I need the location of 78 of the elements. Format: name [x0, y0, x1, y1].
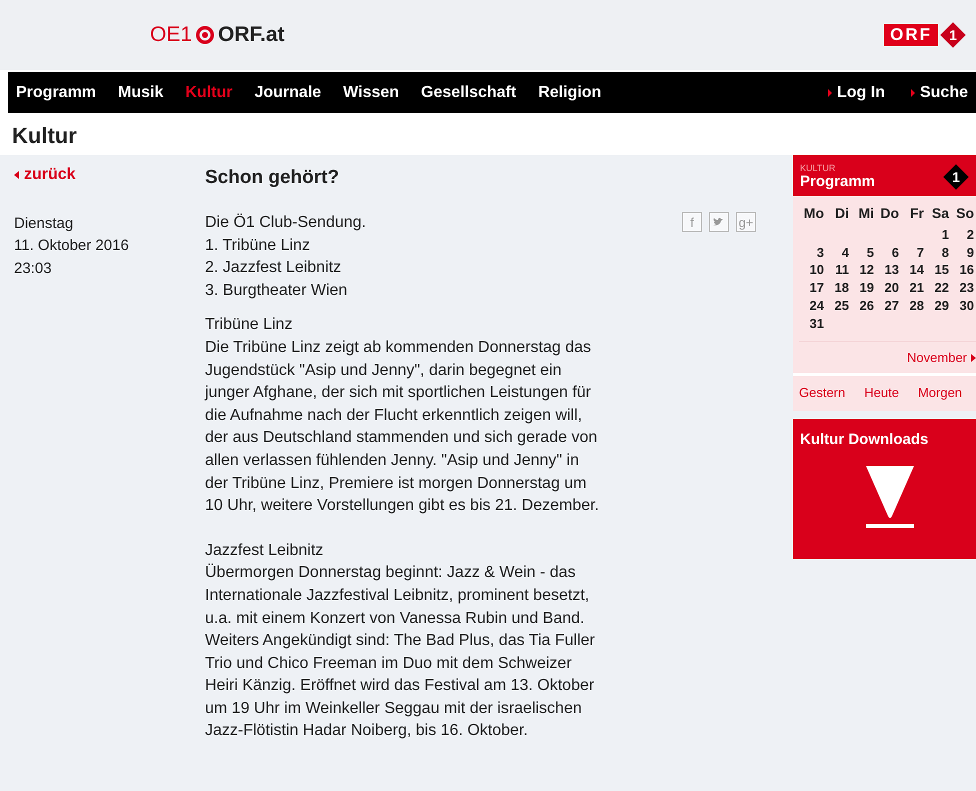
weekday-label: Fr: [909, 204, 924, 223]
article-title: Schon gehört?: [205, 166, 340, 190]
downloads-panel[interactable]: Kultur Downloads: [793, 419, 976, 560]
weekday-label: Do: [879, 204, 899, 223]
calendar-day[interactable]: 11: [824, 261, 849, 280]
nav-item[interactable]: Religion: [538, 84, 602, 102]
nav-item[interactable]: Wissen: [343, 84, 400, 102]
calendar-day[interactable]: 20: [874, 279, 899, 297]
calendar-day[interactable]: 15: [924, 261, 949, 280]
calendar-day[interactable]: 25: [824, 296, 849, 315]
weekday-label: Sa: [930, 204, 949, 223]
channel-badge: 1: [940, 22, 966, 48]
calendar-day[interactable]: 2: [949, 226, 974, 244]
arrow-icon: [971, 354, 976, 362]
calendar-day[interactable]: 4: [824, 244, 849, 262]
section-heading: Tribüne Linz: [205, 315, 294, 336]
calendar-day[interactable]: 22: [924, 279, 949, 297]
section-heading: Jazzfest Leibnitz: [205, 540, 324, 561]
panel-title: Programm: [800, 173, 876, 190]
channel-badge: 1: [943, 164, 969, 190]
back-link[interactable]: zurück: [14, 164, 76, 187]
calendar-day[interactable]: 17: [799, 279, 824, 297]
calendar-day[interactable]: 27: [874, 296, 899, 315]
calendar-day[interactable]: 30: [949, 296, 974, 315]
nav-item[interactable]: Kultur: [185, 84, 232, 102]
calendar-day[interactable]: 12: [849, 261, 874, 280]
weekday-label: Mo: [802, 204, 824, 223]
calendar-day[interactable]: 13: [874, 261, 899, 280]
nav-link[interactable]: Log In: [828, 84, 885, 102]
next-month-link[interactable]: November: [907, 350, 967, 366]
section-kicker: KULTUR: [800, 163, 836, 173]
intro-line: 2. Jazzfest Leibnitz: [205, 258, 342, 278]
nav-item[interactable]: Musik: [118, 84, 164, 102]
calendar-day[interactable]: 3: [799, 244, 824, 262]
calendar-day[interactable]: 26: [849, 296, 874, 315]
logo-text[interactable]: ORF.at: [218, 23, 285, 47]
calendar-day[interactable]: 29: [924, 296, 949, 315]
calendar-day[interactable]: 19: [849, 279, 874, 297]
calendar-day[interactable]: 23: [949, 279, 974, 297]
calendar-day[interactable]: 9: [949, 244, 974, 262]
calendar-day[interactable]: 16: [949, 261, 974, 280]
calendar-day[interactable]: 10: [799, 261, 824, 280]
target-icon: [195, 25, 216, 45]
calendar-day[interactable]: 8: [924, 244, 949, 262]
calendar-day[interactable]: 1: [924, 226, 949, 244]
intro-line: 3. Burgtheater Wien: [205, 280, 348, 301]
brand-logo[interactable]: ORF: [884, 24, 938, 46]
calendar-day[interactable]: 14: [899, 261, 924, 280]
day-link[interactable]: Gestern: [799, 385, 846, 400]
logo-text[interactable]: OE1: [150, 23, 192, 47]
nav-item[interactable]: Programm: [16, 84, 96, 102]
page-title: Kultur: [12, 123, 78, 150]
intro-line: Die Ö1 Club-Sendung.: [205, 212, 367, 233]
bird-icon[interactable]: [709, 212, 729, 232]
section-text: Übermorgen Donnerstag beginnt: Jazz & Wein - das Internationale Jazzfestival Leibnitz, prominent besetzt, u.a. mit einem Konzert von Vanessa Rubin und Band. Weiters Angekündigt sind: The Bad Plus, das Tia Fuller Trio und Chico Freeman im Duo mit dem Schweizer Heiri Känzig. Eröffnet wird das Festival am 13. Oktober um 19 Uhr im Weinkeller Seggau mit der israelischen Jazz-Flötistin Hadar Noiberg, bis 16. Oktober.: [205, 562, 596, 742]
weekday-label: Di: [834, 204, 849, 223]
weekday-label: So: [955, 204, 974, 223]
calendar-day[interactable]: 28: [899, 296, 924, 315]
calendar-day[interactable]: 6: [874, 244, 899, 262]
day-link[interactable]: Morgen: [918, 385, 962, 400]
time-text: 23:03: [14, 258, 53, 279]
calendar-day[interactable]: 24: [799, 296, 824, 315]
calendar-day[interactable]: 21: [899, 279, 924, 297]
nav-item[interactable]: Journale: [254, 84, 322, 102]
section-text: Die Tribüne Linz zeigt ab kommenden Donnerstag das Jugendstück "Asip und Jenny", darin begegnet ein junger Afghane, der sich mit sportlichen Leistungen für die Aufnahme nach der Flucht erkenntlich zeigen will, der aus Deutschland stammenden und sich gerade von allen verlassen fühlenden Jenny. "Asip und Jenny" in der Tribüne Linz, Premiere ist morgen Donnerstag um 10 Uhr, weitere Vorstellungen gibt es bis 21. Dezember.: [205, 338, 600, 516]
calendar-day[interactable]: 31: [799, 314, 824, 332]
date-weekday: Dienstag: [14, 214, 74, 234]
calendar-day[interactable]: 5: [849, 244, 874, 262]
download-icon: [864, 464, 916, 528]
calendar-day[interactable]: 18: [824, 279, 849, 297]
nav-item[interactable]: Gesellschaft: [421, 84, 516, 102]
day-link[interactable]: Heute: [864, 385, 899, 400]
nav-link[interactable]: Suche: [910, 84, 968, 102]
weekday-label: Mi: [857, 204, 874, 223]
intro-line: 1. Tribüne Linz: [205, 236, 311, 256]
calendar-day[interactable]: 7: [899, 244, 924, 262]
panel-title: Kultur Downloads: [800, 431, 930, 448]
date-text: 11. Oktober 2016: [14, 236, 130, 256]
